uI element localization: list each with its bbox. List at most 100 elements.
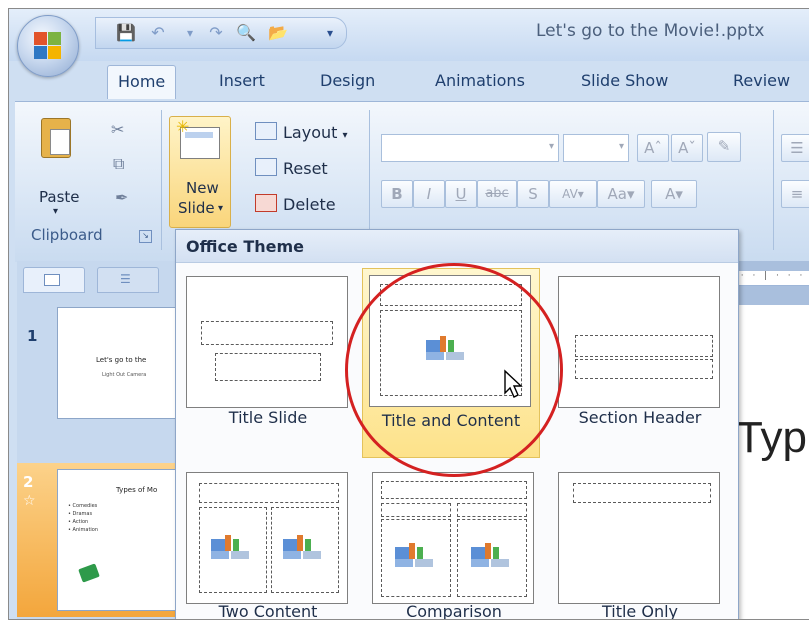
clear-formatting-icon[interactable]: ✎: [707, 132, 741, 162]
clipboard-launcher-icon[interactable]: ↘: [139, 230, 152, 243]
underline-icon[interactable]: U: [445, 180, 477, 208]
slide-2-bullet: • Action: [68, 519, 89, 525]
layout-title-slide[interactable]: Title Slide: [180, 270, 356, 458]
office-logo-icon: [34, 32, 62, 60]
layout-label: Comparison: [406, 602, 502, 620]
delete-label: Delete: [283, 195, 336, 214]
layout-icon: [255, 122, 277, 140]
slides-tab[interactable]: [23, 267, 85, 293]
clipboard-icon: [41, 118, 71, 158]
delete-button[interactable]: Delete: [255, 194, 336, 214]
paste-dropdown-icon: ▾: [53, 206, 59, 217]
layout-section-header[interactable]: Section Header: [552, 270, 728, 458]
content-placeholder-icon: [283, 533, 327, 561]
gallery-title: Office Theme: [186, 237, 305, 256]
print-preview-icon[interactable]: 🔍: [236, 23, 256, 43]
layout-preview: [372, 472, 534, 604]
layout-label: Section Header: [578, 408, 702, 427]
pane-tabs: ☰: [23, 267, 173, 293]
copy-icon[interactable]: ⧉: [113, 154, 124, 174]
font-size-box[interactable]: ▾: [563, 134, 629, 162]
strikethrough-icon[interactable]: abc: [477, 180, 517, 208]
font-size-dropdown-icon: ▾: [618, 141, 624, 152]
save-icon[interactable]: 💾: [116, 23, 136, 43]
office-button[interactable]: [17, 15, 79, 77]
slide-number: 2: [23, 473, 34, 491]
reset-icon: [255, 158, 277, 176]
tab-slide-show[interactable]: Slide Show: [581, 71, 668, 90]
cut-icon[interactable]: ✂: [111, 120, 124, 139]
slide-transition-icon: ☆: [23, 493, 36, 509]
powerpoint-window: 💾 ↶ ▾ ↷ 🔍 📂 ▾ Let's go to the Movie!.ppt…: [8, 8, 809, 620]
grow-font-icon[interactable]: Aˆ: [637, 134, 669, 162]
delete-icon: [255, 194, 277, 212]
outline-tab-icon: ☰: [120, 272, 131, 286]
content-placeholder-icon: [395, 541, 439, 569]
annotation-circle: [345, 263, 563, 477]
redo-icon[interactable]: ↷: [206, 23, 226, 43]
horizontal-ruler: · · · | · · · |: [729, 271, 809, 286]
layout-label: Layout: [283, 123, 338, 142]
title-bar: 💾 ↶ ▾ ↷ 🔍 📂 ▾ Let's go to the Movie!.ppt…: [9, 9, 809, 61]
shrink-font-icon[interactable]: Aˇ: [671, 134, 703, 162]
font-color-icon[interactable]: A▾: [651, 180, 697, 208]
tab-insert[interactable]: Insert: [219, 71, 265, 90]
outline-tab[interactable]: ☰: [97, 267, 159, 293]
undo-icon[interactable]: ↶: [148, 23, 168, 43]
slide-thumbnail-1[interactable]: Let's go to the Light Out Camera: [57, 307, 179, 419]
align-left-icon[interactable]: ≡: [781, 180, 809, 208]
customize-qat-icon[interactable]: ▾: [320, 23, 340, 43]
bold-icon[interactable]: B: [381, 180, 413, 208]
slide-2-bullet: • Animation: [68, 527, 99, 533]
group-separator: [161, 110, 162, 250]
layout-preview: [558, 276, 720, 408]
italic-icon[interactable]: I: [413, 180, 445, 208]
layout-preview: [186, 276, 348, 408]
format-painter-icon[interactable]: ✒: [115, 188, 128, 207]
tab-home[interactable]: Home: [107, 65, 177, 99]
reset-label: Reset: [283, 159, 328, 178]
reset-button[interactable]: Reset: [255, 158, 328, 178]
new-slide-sparkle-icon: ✳: [176, 117, 190, 136]
movie-ticket-icon: [78, 563, 100, 583]
tab-design[interactable]: Design: [320, 71, 375, 90]
new-slide-button[interactable]: ✳ New Slide ▾: [169, 116, 231, 228]
slide-2-bullet: • Dramas: [68, 511, 93, 517]
content-placeholder-icon: [211, 533, 255, 561]
paste-label: Paste: [39, 188, 80, 206]
bullets-icon[interactable]: ☰: [781, 134, 809, 162]
ribbon-tabs: Home Insert Design Animations Slide Show…: [9, 61, 809, 103]
font-name-box[interactable]: ▾: [381, 134, 559, 162]
content-placeholder-icon: [471, 541, 515, 569]
layout-dropdown-icon: ▾: [342, 130, 348, 141]
quick-access-toolbar: 💾 ↶ ▾ ↷ 🔍 📂 ▾: [95, 17, 347, 49]
open-folder-icon[interactable]: 📂: [268, 23, 288, 43]
undo-dropdown-icon[interactable]: ▾: [180, 23, 200, 43]
new-slide-dropdown-icon: ▾: [218, 203, 224, 214]
slide-2-title: Types of Mo: [116, 486, 158, 494]
layout-two-content[interactable]: Two Content: [180, 466, 356, 619]
slide-1-subtitle: Light Out Camera: [102, 372, 147, 378]
tab-review[interactable]: Review: [733, 71, 790, 90]
character-spacing-icon[interactable]: AV▾: [549, 180, 597, 208]
layout-button[interactable]: Layout ▾: [255, 122, 348, 142]
slide-thumbnail-2[interactable]: Types of Mo • Comedies • Dramas • Action…: [57, 469, 179, 611]
slides-tab-icon: [44, 274, 60, 286]
layout-preview: [186, 472, 348, 604]
slide-number: 1: [27, 327, 38, 345]
new-slide-label-line2: Slide: [178, 199, 215, 217]
layout-title-only[interactable]: Title Only: [552, 466, 728, 620]
layout-label: Title Slide: [228, 408, 308, 427]
slide-title-text[interactable]: Typ: [736, 413, 807, 463]
slide-1-title: Let's go to the: [96, 356, 147, 364]
tab-animations[interactable]: Animations: [435, 71, 525, 90]
new-slide-label-line1: New: [186, 179, 219, 197]
layout-label: Title Only: [601, 602, 679, 620]
layout-preview: [558, 472, 720, 604]
paste-button[interactable]: Paste ▾: [25, 110, 81, 220]
change-case-icon[interactable]: Aa▾: [597, 180, 645, 208]
font-name-dropdown-icon: ▾: [548, 141, 554, 152]
shadow-icon[interactable]: S: [517, 180, 549, 208]
layout-comparison[interactable]: Comparison: [366, 466, 542, 620]
group-separator: [773, 110, 774, 250]
